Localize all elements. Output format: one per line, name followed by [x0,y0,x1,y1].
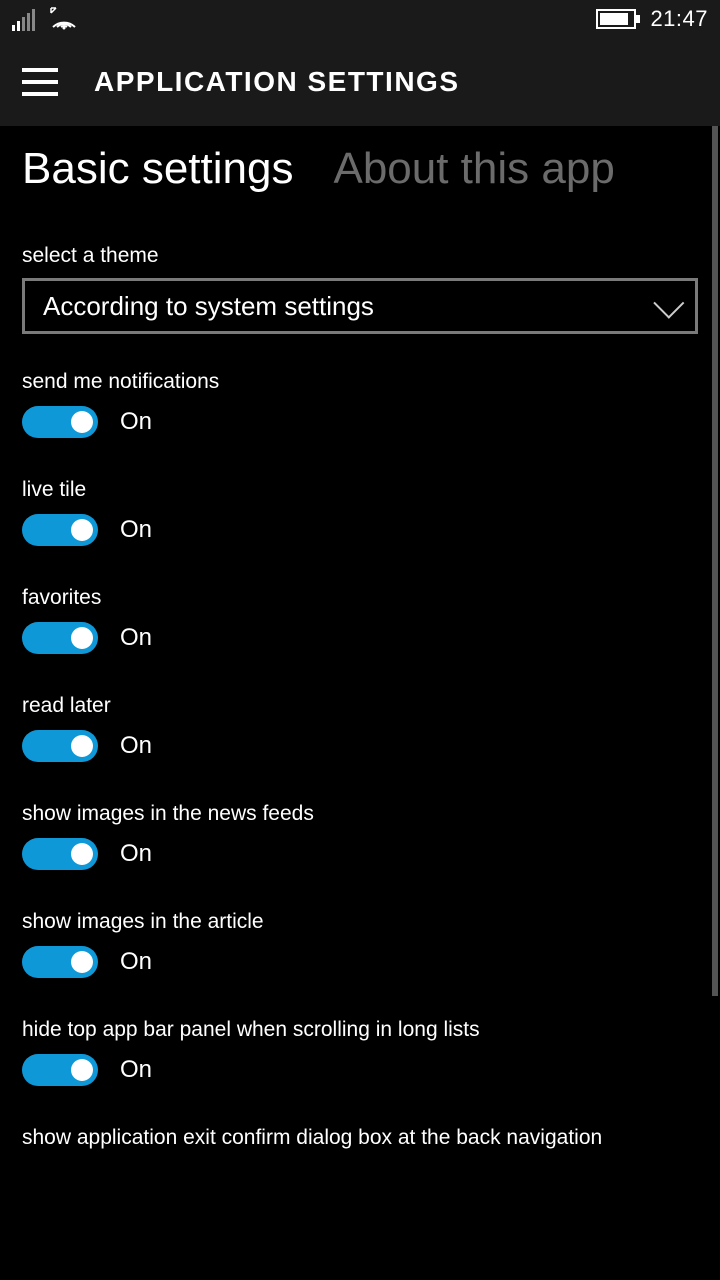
signal-icon [12,9,35,31]
toggle-switch-favorites[interactable] [22,622,98,654]
toggle-hide-top-bar: hide top app bar panel when scrolling in… [22,1018,698,1086]
content-area: Basic settings About this app select a t… [0,126,720,1280]
toggle-state: On [120,840,152,868]
status-bar: 21:47 [0,0,720,38]
tab-basic-settings[interactable]: Basic settings [22,144,293,194]
toggle-switch-live-tile[interactable] [22,514,98,546]
theme-select[interactable]: According to system settings [22,278,698,334]
toggle-read-later: read later On [22,694,698,762]
theme-select-value: According to system settings [43,291,374,322]
toggle-state: On [120,516,152,544]
toggle-switch-images-article[interactable] [22,946,98,978]
app-bar: APPLICATION SETTINGS [0,38,720,126]
scrollbar[interactable] [712,126,718,996]
tab-about-this-app[interactable]: About this app [333,144,614,194]
toggle-state: On [120,732,152,760]
tabs: Basic settings About this app [22,144,698,194]
toggle-live-tile: live tile On [22,478,698,546]
toggle-label: read later [22,694,698,718]
toggle-state: On [120,624,152,652]
wifi-icon [49,7,79,31]
toggle-label-partial: show application exit confirm dialog box… [22,1126,698,1150]
toggle-switch-images-feeds[interactable] [22,838,98,870]
toggle-state: On [120,408,152,436]
toggle-notifications: send me notifications On [22,370,698,438]
battery-icon [596,9,636,29]
toggle-label: show images in the news feeds [22,802,698,826]
toggle-switch-read-later[interactable] [22,730,98,762]
toggle-state: On [120,1056,152,1084]
toggle-label: favorites [22,586,698,610]
clock: 21:47 [650,6,708,32]
page-title: APPLICATION SETTINGS [94,66,460,98]
toggle-state: On [120,948,152,976]
theme-label: select a theme [22,244,698,268]
chevron-down-icon [653,288,684,319]
toggle-images-feeds: show images in the news feeds On [22,802,698,870]
toggle-label: send me notifications [22,370,698,394]
toggle-switch-notifications[interactable] [22,406,98,438]
toggle-favorites: favorites On [22,586,698,654]
toggle-images-article: show images in the article On [22,910,698,978]
hamburger-icon[interactable] [22,68,58,96]
toggle-label: hide top app bar panel when scrolling in… [22,1018,698,1042]
toggle-label: show images in the article [22,910,698,934]
toggle-switch-hide-top-bar[interactable] [22,1054,98,1086]
toggle-label: live tile [22,478,698,502]
